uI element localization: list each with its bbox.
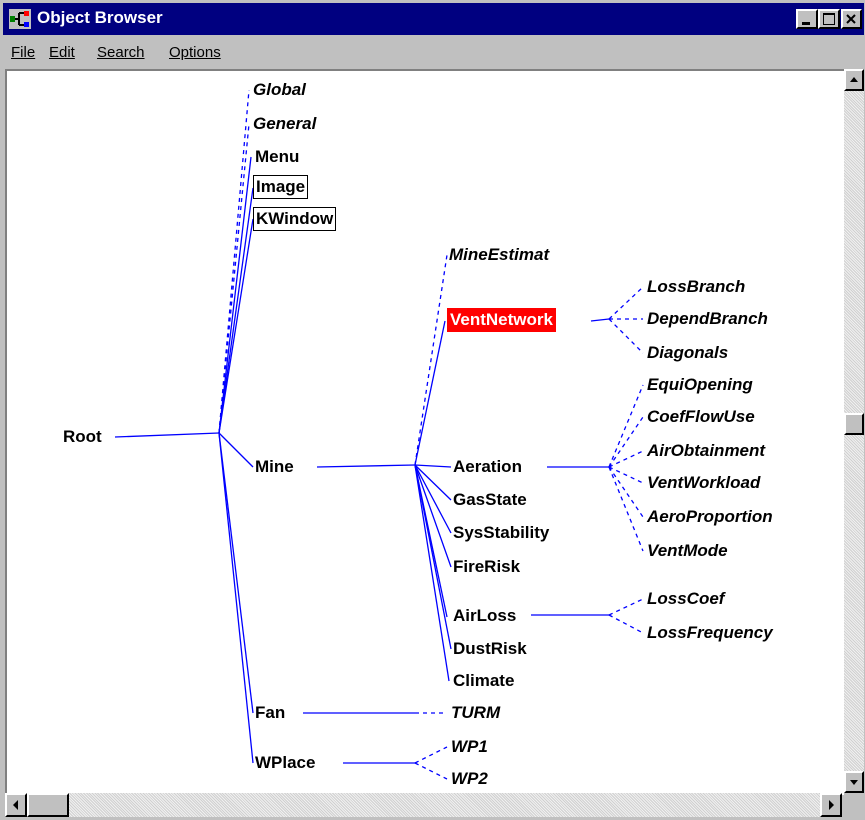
menu-edit-label: Edit xyxy=(49,44,75,61)
vertical-scroll-thumb[interactable] xyxy=(844,413,864,435)
link-fan xyxy=(218,432,254,714)
link-wp1 xyxy=(414,746,448,764)
tree-node-general[interactable]: General xyxy=(253,114,316,134)
close-button[interactable] xyxy=(841,9,862,29)
tree-node-firerisk[interactable]: FireRisk xyxy=(453,557,520,577)
menu-file[interactable]: File xyxy=(11,44,35,61)
menu-options[interactable]: Options xyxy=(169,44,221,61)
tree-node-image[interactable]: Image xyxy=(253,175,309,199)
tree-node-sysstability[interactable]: SysStability xyxy=(453,523,549,543)
scroll-up-button[interactable] xyxy=(844,69,864,91)
tree-node-global[interactable]: Global xyxy=(253,80,306,100)
scroll-right-button[interactable] xyxy=(820,793,842,817)
title-bar[interactable]: Object Browser xyxy=(3,3,864,35)
horizontal-scrollbar[interactable] xyxy=(5,793,842,817)
link-menu xyxy=(218,156,252,434)
tree-node-airobtainment[interactable]: AirObtainment xyxy=(647,441,765,461)
link-ventnetwork xyxy=(414,320,446,466)
window-title: Object Browser xyxy=(37,8,163,27)
tree-node-mineestimat[interactable]: MineEstimat xyxy=(449,245,549,265)
vertical-scrollbar[interactable] xyxy=(844,69,864,793)
link-mine-hub xyxy=(316,464,416,468)
object-browser-window: Object Browser File Edit Search Options xyxy=(0,0,865,820)
tree-node-airloss[interactable]: AirLoss xyxy=(453,606,516,626)
tree-node-wp2[interactable]: WP2 xyxy=(451,769,488,789)
horizontal-scroll-thumb[interactable] xyxy=(27,793,69,817)
tree-node-ventmode[interactable]: VentMode xyxy=(647,541,728,561)
tree-node-kwindow[interactable]: KWindow xyxy=(253,207,337,231)
app-tree-icon xyxy=(9,9,31,29)
tree-node-turm[interactable]: TURM xyxy=(451,703,500,723)
link-losscoef xyxy=(608,598,644,616)
tree-node-root[interactable]: Root xyxy=(63,427,102,447)
link-mine xyxy=(218,432,254,468)
menu-search-label: Search xyxy=(97,44,145,61)
link-ventnetwork-hub xyxy=(590,318,610,322)
menu-search[interactable]: Search xyxy=(97,44,145,61)
maximize-button[interactable] xyxy=(818,9,840,29)
tree-node-climate[interactable]: Climate xyxy=(453,671,514,691)
link-aeration xyxy=(414,464,452,468)
tree-node-aeration[interactable]: Aeration xyxy=(453,457,522,477)
link-general xyxy=(218,123,250,434)
link-kwindow xyxy=(218,218,254,434)
link-equiopening xyxy=(608,384,644,468)
tree-node-fan[interactable]: Fan xyxy=(255,703,285,723)
tree-node-ventnetwork-selected[interactable]: VentNetwork xyxy=(447,308,556,332)
tree-node-gasstate[interactable]: GasState xyxy=(453,490,527,510)
minimize-button[interactable] xyxy=(796,9,818,29)
tree-node-losscoef[interactable]: LossCoef xyxy=(647,589,724,609)
link-root-hub xyxy=(114,432,220,438)
tree-node-wp1[interactable]: WP1 xyxy=(451,737,488,757)
minimize-icon xyxy=(802,22,810,25)
link-diagonals xyxy=(608,318,644,354)
tree-node-dependbranch[interactable]: DependBranch xyxy=(647,309,768,329)
tree-node-wplace[interactable]: WPlace xyxy=(255,753,315,773)
arrow-up-icon xyxy=(850,77,858,82)
link-lossfrequency xyxy=(608,614,644,634)
menu-bar: File Edit Search Options xyxy=(3,37,864,67)
scroll-left-button[interactable] xyxy=(5,793,27,817)
tree-node-ventworkload[interactable]: VentWorkload xyxy=(647,473,760,493)
arrow-down-icon xyxy=(850,780,858,785)
tree-node-aeroproportion[interactable]: AeroProportion xyxy=(647,507,773,527)
link-wplace xyxy=(218,432,254,764)
close-icon xyxy=(846,14,856,24)
link-mineestimat xyxy=(414,254,448,466)
maximize-icon xyxy=(823,13,835,25)
tree-node-diagonals[interactable]: Diagonals xyxy=(647,343,728,363)
link-image xyxy=(218,187,254,434)
menu-options-label: Options xyxy=(169,44,221,61)
link-wp2 xyxy=(414,762,448,780)
tree-node-lossfrequency[interactable]: LossFrequency xyxy=(647,623,773,643)
tree-links xyxy=(114,89,644,780)
link-dustrisk xyxy=(414,464,452,650)
tree-node-menu[interactable]: Menu xyxy=(255,147,299,167)
menu-file-label: File xyxy=(11,44,36,61)
tree-canvas[interactable]: Root Global General Menu Image KWindow M… xyxy=(5,69,844,795)
link-lossbranch xyxy=(608,286,644,320)
tree-node-coefflowuse[interactable]: CoefFlowUse xyxy=(647,407,755,427)
arrow-left-icon xyxy=(13,800,18,810)
tree-node-dustrisk[interactable]: DustRisk xyxy=(453,639,527,659)
arrow-right-icon xyxy=(829,800,834,810)
scrollbar-corner xyxy=(844,793,864,817)
scroll-down-button[interactable] xyxy=(844,771,864,793)
tree-node-lossbranch[interactable]: LossBranch xyxy=(647,277,745,297)
tree-node-mine[interactable]: Mine xyxy=(255,457,294,477)
menu-edit[interactable]: Edit xyxy=(49,44,75,61)
tree-node-equiopening[interactable]: EquiOpening xyxy=(647,375,753,395)
